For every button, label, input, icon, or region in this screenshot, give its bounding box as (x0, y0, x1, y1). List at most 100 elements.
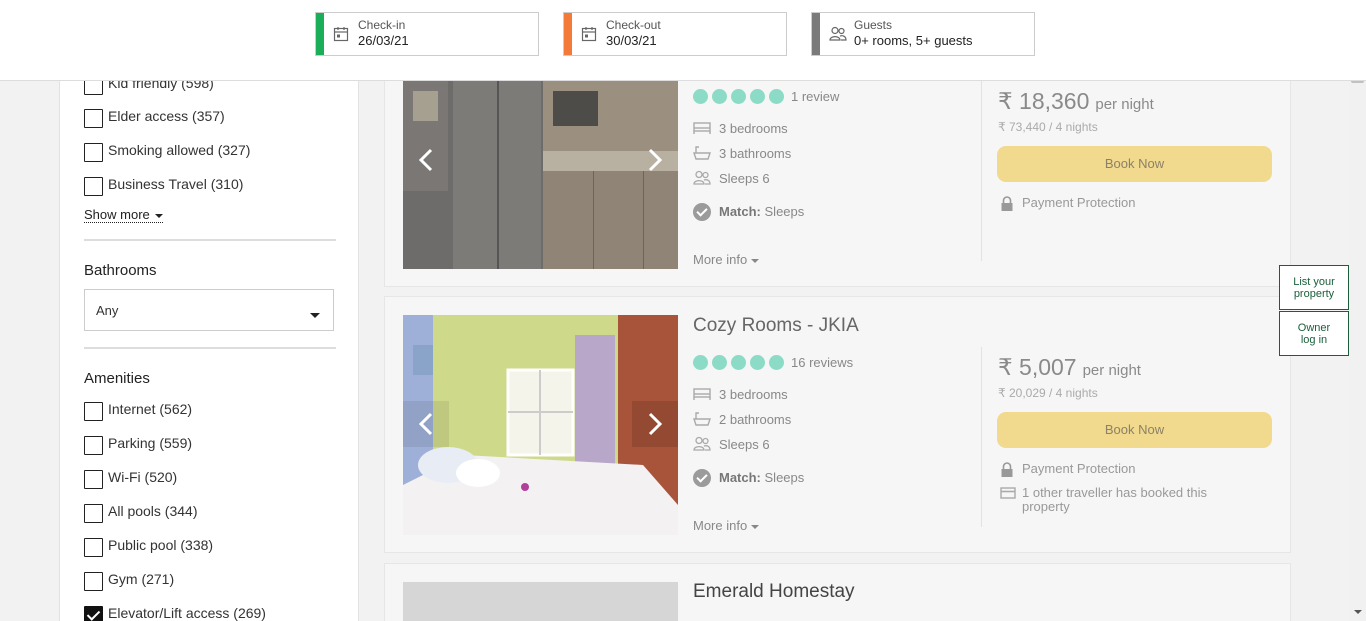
people-icon (693, 436, 711, 451)
more-info-link[interactable]: More info (693, 252, 759, 267)
owner-login-label: Owner log in (1297, 321, 1331, 346)
match-label: Match: (719, 204, 761, 219)
check-circle-icon (693, 203, 711, 221)
owner-login-button[interactable]: Owner log in (1279, 311, 1349, 356)
rating: 16 reviews (693, 355, 853, 370)
chevron-left-icon (418, 148, 433, 172)
lock-icon (1001, 196, 1013, 211)
check-circle-icon (693, 469, 711, 487)
rating-dot (769, 355, 784, 370)
filter-label: Parking (559) (108, 435, 193, 451)
total-price: ₹ 20,029 / 4 nights (998, 386, 1098, 400)
checkout-stripe (564, 13, 572, 55)
listing-card[interactable]: Emerald Homestay (384, 563, 1291, 621)
filter-label: Internet (562) (108, 401, 193, 417)
per-night-label: per night (1095, 96, 1154, 113)
divider (84, 347, 336, 349)
review-count[interactable]: 16 reviews (791, 355, 853, 370)
photo-next-button[interactable] (632, 401, 678, 447)
bathrooms-select[interactable]: Any (84, 289, 334, 331)
scroll-down-icon[interactable] (1354, 610, 1362, 614)
photo-prev-button[interactable] (403, 137, 449, 183)
listing-card[interactable]: Cozy Rooms - JKIA 16 reviews 3 bedrooms … (384, 296, 1291, 553)
credit-card-icon (1000, 487, 1016, 499)
bathtub-icon (693, 412, 711, 426)
checkin-stripe (316, 13, 324, 55)
filter-sidebar: Kid friendly (598) Elder access (357) Sm… (59, 75, 359, 621)
guests-label: Guests (854, 18, 893, 32)
guests-value: 0+ rooms, 5+ guests (854, 33, 973, 48)
checkbox[interactable] (84, 436, 103, 455)
bed-icon (693, 388, 711, 400)
checkbox[interactable] (84, 177, 103, 196)
photo-next-button[interactable] (632, 137, 678, 183)
book-now-button[interactable]: Book Now (997, 412, 1272, 448)
rating-dot (712, 355, 727, 370)
listing-title[interactable]: Emerald Homestay (693, 581, 855, 603)
checkout-label: Check-out (606, 18, 661, 32)
divider (981, 81, 982, 261)
calendar-icon (333, 27, 349, 42)
bedrooms-label: 3 bedrooms (719, 387, 788, 402)
rating-dot (750, 89, 765, 104)
show-more-label: Show more (84, 207, 150, 222)
listing-photo[interactable] (403, 315, 678, 535)
divider (84, 239, 336, 241)
checkbox[interactable] (84, 143, 103, 162)
amenities-title: Amenities (84, 370, 150, 387)
checkin-label: Check-in (358, 18, 406, 32)
calendar-icon (581, 27, 597, 42)
checkin-picker[interactable]: Check-in 26/03/21 (315, 12, 539, 56)
guests-picker[interactable]: Guests 0+ rooms, 5+ guests (811, 12, 1035, 56)
list-your-property-button[interactable]: List your property (1279, 265, 1349, 310)
lock-icon (1001, 462, 1013, 477)
filter-label: Wi-Fi (520) (108, 469, 178, 485)
caret-down-icon (750, 524, 759, 529)
filter-label: All pools (344) (108, 503, 198, 519)
listing-card[interactable]: 1 review 3 bedrooms 3 bathrooms Sleeps 6… (384, 50, 1291, 287)
filter-label: Gym (271) (108, 571, 175, 587)
rating-dot (750, 355, 765, 370)
show-more-link[interactable]: Show more (84, 207, 164, 223)
per-night-label: per night (1082, 362, 1141, 379)
guests-icon (829, 26, 847, 41)
sleeps-label: Sleeps 6 (719, 171, 770, 186)
checkbox[interactable] (84, 109, 103, 128)
chevron-left-icon (418, 412, 433, 436)
more-info-label: More info (693, 252, 748, 267)
bathrooms-label: 3 bathrooms (719, 146, 792, 161)
listing-photo[interactable] (403, 51, 678, 269)
total-price: ₹ 73,440 / 4 nights (998, 120, 1098, 134)
checkbox[interactable] (84, 538, 103, 557)
book-now-button[interactable]: Book Now (997, 146, 1272, 182)
rating-dot (693, 355, 708, 370)
bathrooms-select-value: Any (96, 303, 119, 318)
chevron-down-icon (310, 313, 320, 318)
caret-down-icon (155, 213, 164, 218)
payment-protection-label: Payment Protection (1022, 195, 1136, 210)
match-value: Sleeps (764, 204, 805, 219)
filter-label: Elder access (357) (108, 108, 225, 124)
more-info-link[interactable]: More info (693, 518, 759, 533)
guests-stripe (812, 13, 820, 55)
photo-prev-button[interactable] (403, 401, 449, 447)
chevron-right-icon (648, 148, 663, 172)
bathrooms-label: 2 bathrooms (719, 412, 792, 427)
review-count[interactable]: 1 review (791, 89, 839, 104)
checkbox[interactable] (84, 470, 103, 489)
checkbox[interactable] (84, 572, 103, 591)
checkbox[interactable] (84, 504, 103, 523)
listing-title[interactable]: Cozy Rooms - JKIA (693, 315, 859, 337)
bathtub-icon (693, 146, 711, 160)
listing-photo[interactable] (403, 582, 678, 621)
rating-dot (693, 89, 708, 104)
sleeps-label: Sleeps 6 (719, 437, 770, 452)
chevron-right-icon (648, 412, 663, 436)
match-value: Sleeps (764, 470, 805, 485)
bedrooms-label: 3 bedrooms (719, 121, 788, 136)
checkout-picker[interactable]: Check-out 30/03/21 (563, 12, 787, 56)
page-scrollbar[interactable] (1349, 0, 1366, 621)
checkbox[interactable] (84, 402, 103, 421)
checkbox-checked[interactable] (84, 606, 103, 621)
filter-label: Elevator/Lift access (269) (108, 605, 266, 621)
